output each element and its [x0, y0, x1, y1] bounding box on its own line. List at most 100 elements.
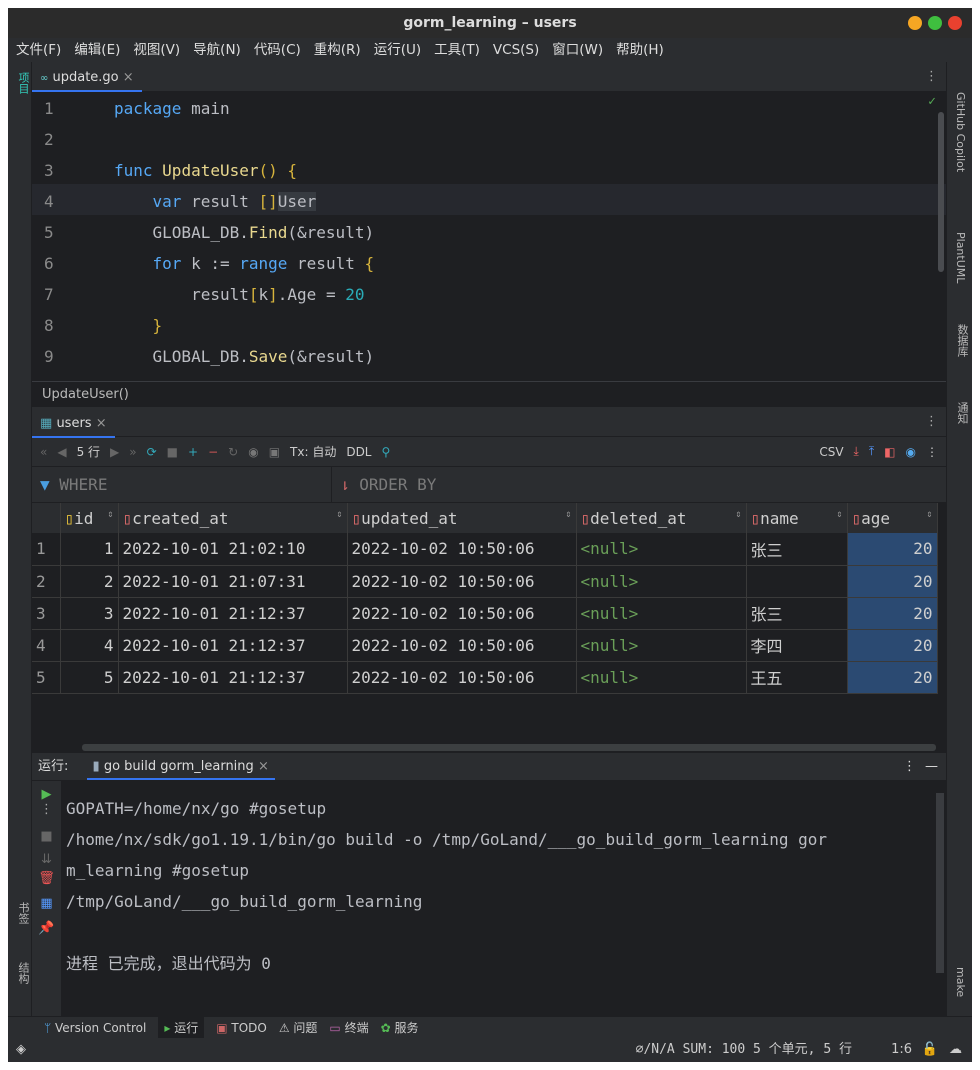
cell-deleted_at[interactable]: <null>	[576, 597, 747, 630]
tool-tab-5[interactable]: ✿ 服务	[381, 1017, 419, 1038]
cell-created_at[interactable]: 2022-10-01 21:07:31	[118, 565, 348, 598]
cell-name[interactable]: 张三	[746, 597, 848, 630]
cursor-position[interactable]: 1:6	[891, 1038, 912, 1062]
menu-item[interactable]: 视图(V)	[133, 38, 180, 62]
sort-icon[interactable]: ⇕	[836, 509, 842, 520]
column-header-created_at[interactable]: ▯created_at ⇕	[118, 503, 348, 533]
cell-updated_at[interactable]: 2022-10-02 10:50:06	[347, 533, 577, 566]
run-tab[interactable]: ▮ go build gorm_learning ×	[86, 753, 275, 780]
maximize-button[interactable]	[928, 16, 942, 30]
tool-tab-0[interactable]: ᛘ Version Control	[44, 1017, 146, 1038]
table-row[interactable]: 4 4 2022-10-01 21:12:37 2022-10-02 10:50:06…	[32, 629, 938, 662]
notifications-tool-button[interactable]: 通知	[954, 402, 970, 424]
cell-age[interactable]: 20	[847, 629, 938, 662]
menu-item[interactable]: 代码(C)	[254, 38, 301, 62]
sort-icon[interactable]: ⇕	[107, 509, 113, 520]
refresh-icon[interactable]: ⟳	[147, 445, 157, 459]
breadcrumb[interactable]: UpdateUser()	[32, 381, 946, 407]
stop-icon[interactable]: ■	[32, 829, 61, 844]
revert-icon[interactable]: ↻	[228, 445, 238, 459]
search-icon[interactable]: ⚲	[382, 445, 391, 459]
last-page-icon[interactable]: »	[129, 445, 136, 459]
cell-name[interactable]: 张三	[746, 533, 848, 566]
view-icon[interactable]: ◉	[248, 445, 258, 459]
more-icon[interactable]: ⋮	[903, 753, 916, 780]
cell-created_at[interactable]: 2022-10-01 21:12:37	[118, 597, 348, 630]
menu-item[interactable]: 重构(R)	[314, 38, 361, 62]
next-page-icon[interactable]: ▶	[110, 445, 119, 459]
close-tab-icon[interactable]: ×	[258, 759, 269, 774]
cell-deleted_at[interactable]: <null>	[576, 629, 747, 662]
rows-per-page-dropdown[interactable]: 5 行	[77, 443, 100, 460]
close-tab-icon[interactable]: ×	[123, 70, 134, 85]
menu-item[interactable]: 帮助(H)	[616, 38, 664, 62]
order-by-input[interactable]: ⇂ ORDER BY	[332, 467, 436, 502]
plantuml-tool-button[interactable]: PlantUML	[954, 232, 967, 283]
upload-icon[interactable]: ⤒	[869, 444, 874, 459]
menu-item[interactable]: 窗口(W)	[552, 38, 603, 62]
cell-deleted_at[interactable]: <null>	[576, 533, 747, 566]
menu-item[interactable]: VCS(S)	[493, 38, 539, 62]
cell-age[interactable]: 20	[847, 565, 938, 598]
editor-scrollbar[interactable]	[938, 112, 944, 272]
trash-icon[interactable]: 🗑	[32, 871, 61, 886]
cell-name[interactable]	[746, 565, 848, 598]
stop-icon[interactable]: ■	[167, 445, 178, 459]
tab-users[interactable]: ▦ users ×	[32, 410, 115, 438]
tool-tab-2[interactable]: ▣ TODO	[216, 1017, 267, 1038]
column-header-deleted_at[interactable]: ▯deleted_at ⇕	[576, 503, 747, 533]
cell-id[interactable]: 2	[60, 565, 119, 598]
eye-icon[interactable]: ◉	[906, 445, 916, 459]
where-input[interactable]: ▼ WHERE	[32, 467, 332, 502]
tab-update-go[interactable]: ∞ update.go ×	[32, 64, 142, 92]
data-grid[interactable]: ▯id ⇕ ▯created_at ⇕ ▯updated_at ⇕ ▯deleted_at ⇕…	[32, 503, 938, 694]
tool-tab-4[interactable]: ▭ 终端	[329, 1017, 368, 1038]
add-row-icon[interactable]: +	[188, 445, 198, 459]
minimize-button[interactable]	[908, 16, 922, 30]
layers-icon[interactable]: ◈	[16, 1038, 26, 1062]
first-page-icon[interactable]: «	[40, 445, 47, 459]
cell-deleted_at[interactable]: <null>	[576, 565, 747, 598]
cell-created_at[interactable]: 2022-10-01 21:02:10	[118, 533, 348, 566]
cell-name[interactable]: 王五	[746, 661, 848, 694]
compare-icon[interactable]: ◧	[884, 445, 895, 459]
cell-deleted_at[interactable]: <null>	[576, 661, 747, 694]
menu-item[interactable]: 文件(F)	[16, 38, 61, 62]
code-editor[interactable]: ✓ 1 package main 2 3 func UpdateUser() {4 va…	[32, 92, 946, 381]
column-header-name[interactable]: ▯name ⇕	[746, 503, 848, 533]
run-output[interactable]: GOPATH=/home/nx/go #gosetup/home/nx/sdk/…	[66, 793, 827, 979]
close-button[interactable]	[948, 16, 962, 30]
more-icon[interactable]: ⋮	[32, 802, 61, 817]
more-icon[interactable]: ⋮	[926, 445, 938, 459]
cell-age[interactable]: 20	[847, 533, 938, 566]
cell-updated_at[interactable]: 2022-10-02 10:50:06	[347, 565, 577, 598]
project-tool-button[interactable]: 项目	[15, 72, 31, 94]
close-tab-icon[interactable]: ×	[96, 416, 107, 431]
grid-horizontal-scrollbar[interactable]	[82, 744, 936, 751]
bookmarks-tool-button[interactable]: 书签	[15, 902, 31, 924]
more-icon[interactable]: ⋮	[925, 414, 938, 429]
column-header-age[interactable]: ▯age ⇕	[847, 503, 938, 533]
prev-page-icon[interactable]: ◀	[57, 445, 66, 459]
rerun-icon[interactable]: ▶	[32, 787, 61, 802]
cell-id[interactable]: 5	[60, 661, 119, 694]
column-header-updated_at[interactable]: ▯updated_at ⇕	[347, 503, 577, 533]
output-scrollbar[interactable]	[936, 793, 944, 973]
table-row[interactable]: 3 3 2022-10-01 21:12:37 2022-10-02 10:50:06…	[32, 597, 938, 630]
tool-tab-1[interactable]: ▸ 运行	[158, 1017, 205, 1038]
table-row[interactable]: 2 2 2022-10-01 21:07:31 2022-10-02 10:50:06…	[32, 565, 938, 598]
menu-item[interactable]: 运行(U)	[374, 38, 421, 62]
cell-id[interactable]: 3	[60, 597, 119, 630]
column-header-id[interactable]: ▯id ⇕	[60, 503, 119, 533]
menu-item[interactable]: 工具(T)	[434, 38, 480, 62]
more-icon[interactable]: ⋮	[925, 69, 938, 84]
sort-icon[interactable]: ⇕	[926, 509, 932, 520]
cell-id[interactable]: 4	[60, 629, 119, 662]
submit-icon[interactable]: ▣	[269, 445, 280, 459]
table-row[interactable]: 1 1 2022-10-01 21:02:10 2022-10-02 10:50:06…	[32, 533, 938, 566]
cell-id[interactable]: 1	[60, 533, 119, 566]
cell-updated_at[interactable]: 2022-10-02 10:50:06	[347, 661, 577, 694]
menu-item[interactable]: 导航(N)	[193, 38, 241, 62]
sort-icon[interactable]: ⇕	[735, 509, 741, 520]
menu-item[interactable]: 编辑(E)	[74, 38, 120, 62]
